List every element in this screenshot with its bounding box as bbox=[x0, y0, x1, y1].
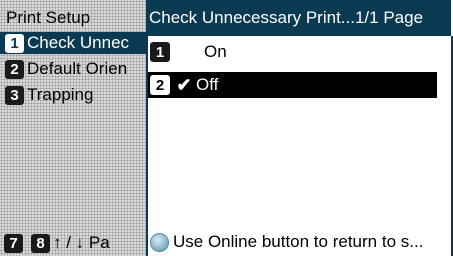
option-on[interactable]: 1 On bbox=[148, 39, 437, 65]
dialog-title: Check Unnecessary Print...1/1 Page bbox=[146, 0, 451, 36]
hint-text: Use Online button to return to s... bbox=[173, 232, 424, 251]
online-button-icon bbox=[150, 232, 169, 252]
settings-menu-panel: Print Setup 1 Check Unnec 2 Default Orie… bbox=[0, 0, 146, 256]
dialog-body: 1 On 2 ✔ Off Use Online button to return… bbox=[146, 36, 453, 256]
page-nav-text: ↑ / ↓ Pa bbox=[53, 233, 110, 252]
option-label: Off bbox=[196, 75, 219, 94]
menu-title: Print Setup bbox=[6, 8, 91, 27]
menu-item-trapping[interactable]: 3 Trapping bbox=[0, 84, 146, 106]
number-key-1: 1 bbox=[150, 42, 170, 62]
number-key-7[interactable]: 7 bbox=[4, 233, 23, 253]
page-navigation-hint: 7 8 ↑ / ↓ Pa bbox=[0, 232, 146, 254]
number-key-8[interactable]: 8 bbox=[31, 233, 50, 253]
option-off[interactable]: 2 ✔ Off bbox=[148, 72, 437, 98]
number-key-1: 1 bbox=[5, 33, 24, 53]
number-key-3: 3 bbox=[5, 85, 24, 105]
menu-item-default-orientation[interactable]: 2 Default Orien bbox=[0, 58, 146, 80]
option-label: On bbox=[204, 42, 227, 61]
menu-item-label: Default Orien bbox=[27, 59, 128, 78]
menu-item-check-unnecessary[interactable]: 1 Check Unnec bbox=[0, 32, 146, 54]
number-key-2: 2 bbox=[5, 59, 24, 79]
option-dialog: Check Unnecessary Print...1/1 Page 1 On … bbox=[146, 0, 453, 256]
number-key-2: 2 bbox=[150, 75, 170, 95]
checkmark-icon: ✔ bbox=[176, 74, 192, 95]
menu-item-label: Check Unnec bbox=[27, 33, 130, 52]
online-button-hint: Use Online button to return to s... bbox=[148, 230, 451, 254]
menu-item-label: Trapping bbox=[27, 85, 94, 104]
